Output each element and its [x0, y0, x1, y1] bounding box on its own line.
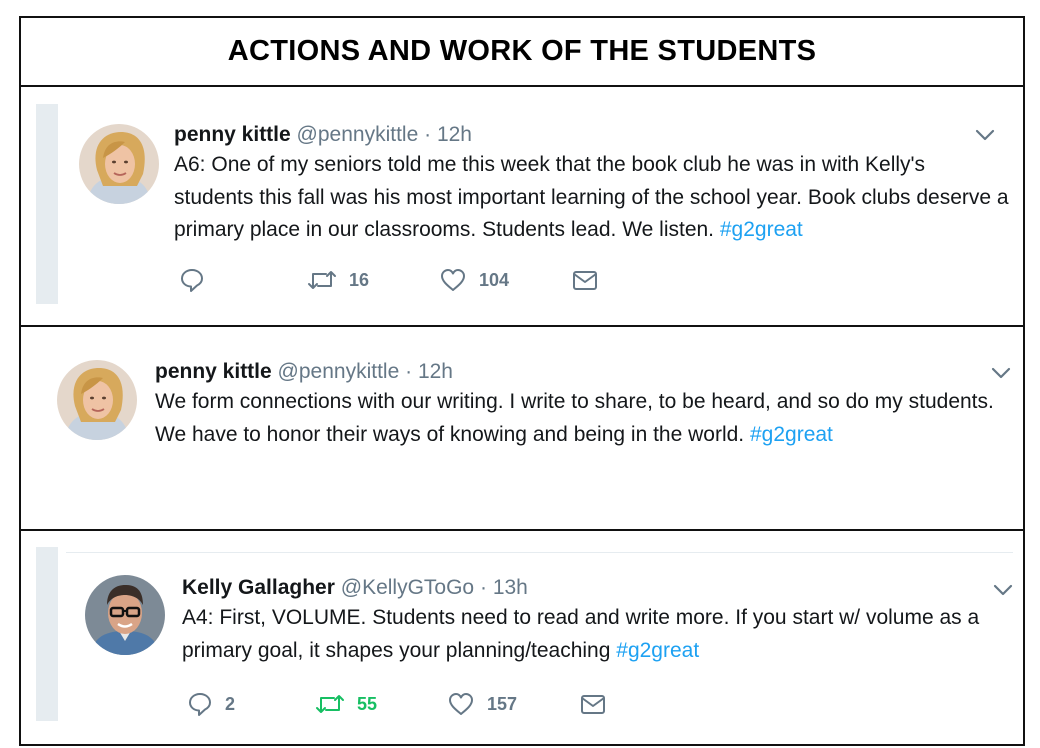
tweet-text: We form connections with our writing. I … — [155, 386, 1023, 451]
tweet-content: Kelly Gallagher @KellyGToGo · 13h A4: Fi… — [182, 574, 1023, 667]
envelope-icon — [581, 695, 605, 714]
heart-icon — [441, 269, 465, 291]
author-handle[interactable]: @pennykittle — [297, 123, 419, 146]
reply-button[interactable]: 2 — [187, 691, 315, 717]
heart-icon — [449, 693, 473, 715]
thread-bar — [36, 547, 58, 721]
divider — [66, 552, 1013, 553]
retweet-button[interactable]: 16 — [307, 268, 439, 292]
tweet-content: penny kittle @pennykittle · 12h We form … — [155, 358, 1023, 451]
like-count: 104 — [479, 269, 510, 290]
retweet-button[interactable]: 55 — [315, 692, 447, 716]
reply-icon — [181, 269, 203, 292]
tweet-actions: 16 104 — [179, 267, 599, 293]
retweet-count: 16 — [349, 269, 370, 290]
hashtag-link[interactable]: #g2great — [750, 423, 833, 446]
tweet-text: A6: One of my seniors told me this week … — [174, 149, 1023, 247]
timestamp[interactable]: 13h — [493, 576, 528, 599]
timestamp[interactable]: 12h — [437, 123, 472, 146]
avatar[interactable] — [85, 575, 165, 655]
like-button[interactable]: 104 — [439, 267, 571, 293]
hashtag-link[interactable]: #g2great — [616, 639, 699, 662]
tweet-header: penny kittle @pennykittle · 12h — [174, 121, 1023, 149]
tweet-card-3[interactable]: Kelly Gallagher @KellyGToGo · 13h A4: Fi… — [21, 531, 1023, 742]
reply-icon — [189, 693, 211, 716]
message-button[interactable] — [571, 268, 599, 292]
avatar[interactable] — [57, 360, 137, 440]
retweet-icon — [316, 695, 344, 713]
slide-header: ACTIONS AND WORK OF THE STUDENTS — [21, 18, 1023, 87]
retweet-count: 55 — [357, 693, 378, 714]
separator: · — [424, 123, 432, 146]
thread-bar — [36, 104, 58, 304]
tweet-actions: 2 55 157 — [187, 691, 607, 717]
hashtag-link[interactable]: #g2great — [720, 218, 803, 241]
author-name[interactable]: penny kittle — [155, 360, 272, 383]
timestamp[interactable]: 12h — [418, 360, 453, 383]
avatar-woman-blonde-icon — [57, 360, 137, 440]
reply-count: 2 — [225, 693, 236, 714]
reply-button[interactable] — [179, 267, 307, 293]
tweet-text: A4: First, VOLUME. Students need to read… — [182, 602, 1023, 667]
author-name[interactable]: Kelly Gallagher — [182, 576, 335, 599]
like-count: 157 — [487, 693, 518, 714]
like-button[interactable]: 157 — [447, 691, 579, 717]
retweet-icon — [308, 271, 336, 289]
avatar-woman-blonde-icon — [79, 124, 159, 204]
author-handle[interactable]: @KellyGToGo — [341, 576, 474, 599]
tweet-header: Kelly Gallagher @KellyGToGo · 13h — [182, 574, 1023, 602]
chevron-down-icon[interactable] — [975, 129, 995, 141]
avatar-man-glasses-icon — [85, 575, 165, 655]
avatar[interactable] — [79, 124, 159, 204]
slide-frame: ACTIONS AND WORK OF THE STUDENTS penny k… — [19, 16, 1025, 746]
tweet-header: penny kittle @pennykittle · 12h — [155, 358, 1023, 386]
separator: · — [479, 576, 487, 599]
tweet-content: penny kittle @pennykittle · 12h A6: One … — [174, 121, 1023, 247]
tweet-body: A4: First, VOLUME. Students need to read… — [182, 606, 980, 662]
separator: · — [405, 360, 413, 383]
slide-title: ACTIONS AND WORK OF THE STUDENTS — [227, 35, 817, 67]
tweet-card-2[interactable]: penny kittle @pennykittle · 12h We form … — [21, 327, 1023, 531]
author-name[interactable]: penny kittle — [174, 123, 291, 146]
chevron-down-icon[interactable] — [991, 367, 1011, 379]
envelope-icon — [573, 271, 597, 290]
author-handle[interactable]: @pennykittle — [278, 360, 400, 383]
tweet-card-1[interactable]: penny kittle @pennykittle · 12h A6: One … — [21, 87, 1023, 327]
chevron-down-icon[interactable] — [993, 584, 1013, 596]
tweet-body: We form connections with our writing. I … — [155, 390, 994, 446]
tweet-body: A6: One of my seniors told me this week … — [174, 153, 1009, 241]
message-button[interactable] — [579, 692, 607, 716]
